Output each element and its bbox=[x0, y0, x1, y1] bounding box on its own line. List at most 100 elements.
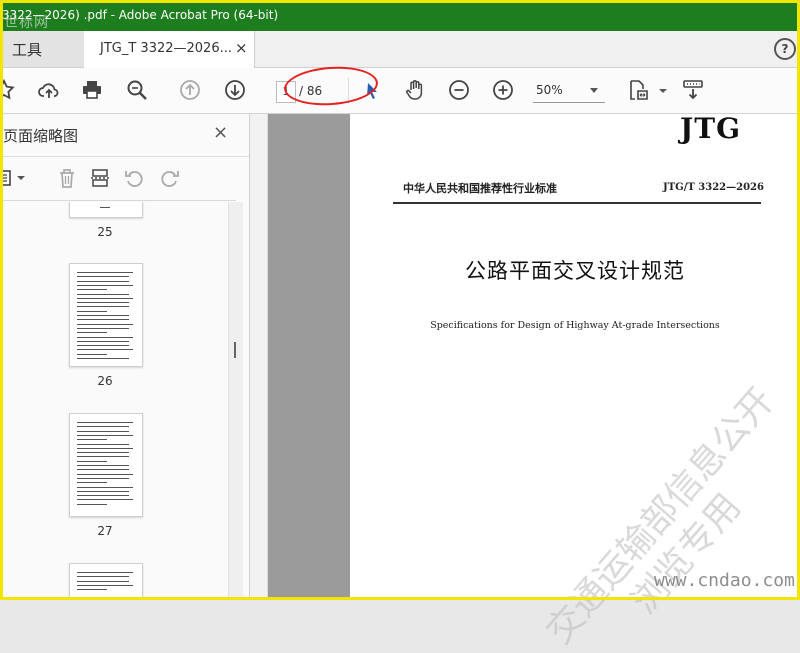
thumbnail-text-line bbox=[77, 580, 129, 582]
thumbnail-text-line bbox=[77, 426, 129, 428]
thumbnail-text-line bbox=[77, 293, 129, 295]
thumbnail-text-line bbox=[77, 490, 129, 492]
page-background bbox=[268, 114, 350, 600]
thumbnail-text-line bbox=[77, 358, 129, 359]
thumbnail-text-line bbox=[77, 499, 133, 501]
previous-page-icon[interactable] bbox=[178, 78, 202, 102]
thumbnail-text-line bbox=[77, 482, 107, 484]
options-menu-icon[interactable] bbox=[0, 166, 30, 190]
page-thumbnail[interactable] bbox=[69, 563, 143, 600]
thumbnail-text-line bbox=[77, 306, 129, 308]
thumbnail-text-line bbox=[77, 434, 133, 436]
thumbnail-text-line bbox=[77, 323, 133, 325]
extract-page-icon[interactable] bbox=[88, 166, 112, 190]
delete-page-icon[interactable] bbox=[55, 166, 79, 190]
thumbnail-panel: 页面缩略图 × 25 26 27 bbox=[0, 114, 250, 600]
cloud-upload-icon[interactable] bbox=[37, 78, 61, 102]
thumbnail-text-line bbox=[77, 589, 107, 591]
standard-type: 中华人民共和国推荐性行业标准 bbox=[403, 182, 557, 195]
thumbnail-list: 25 26 27 bbox=[0, 202, 227, 600]
thumbnail-text-line bbox=[77, 572, 133, 573]
thumbnail-text-line bbox=[77, 430, 129, 432]
search-zoom-icon[interactable] bbox=[125, 78, 149, 102]
zoom-level-select[interactable]: 50% bbox=[536, 83, 563, 97]
standard-code: JTG/T 3322—2026 bbox=[663, 182, 764, 193]
document-title-cn: 公路平面交叉设计规范 bbox=[465, 259, 685, 283]
thumbnail-text-line bbox=[77, 272, 133, 273]
page-thumbnail[interactable] bbox=[69, 263, 143, 367]
thumbnail-page-number: 27 bbox=[97, 524, 113, 538]
thumbnail-text-line bbox=[77, 327, 129, 329]
next-page-icon[interactable] bbox=[223, 78, 247, 102]
thumbnail-text-line bbox=[77, 503, 107, 505]
thumbnail-text-line bbox=[77, 302, 129, 304]
document-title-en: Specifications for Design of Highway At-… bbox=[430, 320, 720, 331]
chevron-down-icon[interactable] bbox=[590, 88, 598, 93]
thumbnail-text-line bbox=[77, 452, 129, 454]
keyboard-reading-icon[interactable] bbox=[681, 78, 705, 102]
panel-close-icon[interactable]: × bbox=[213, 122, 228, 143]
page-thumbnail[interactable] bbox=[69, 202, 143, 218]
thumbnail-text-line bbox=[77, 443, 129, 445]
print-icon[interactable] bbox=[80, 78, 104, 102]
thumbnail-text-line bbox=[77, 284, 133, 286]
corner-watermark: 世标网 bbox=[4, 15, 49, 31]
thumbnail-text-line bbox=[77, 297, 133, 299]
fit-options-chevron-icon[interactable] bbox=[651, 78, 667, 102]
hand-tool-icon[interactable] bbox=[403, 78, 427, 102]
thumbnail-text-line bbox=[77, 473, 133, 475]
thumbnail-text-line bbox=[77, 340, 129, 342]
title-bar: 3322—2026) .pdf - Adobe Acrobat Pro (64-… bbox=[0, 0, 800, 31]
close-tab-icon[interactable]: × bbox=[235, 39, 248, 57]
thumbnail-text-line bbox=[77, 332, 107, 334]
zoom-underline bbox=[533, 102, 605, 103]
tab-tools-label: 工具 bbox=[12, 41, 43, 59]
bookmark-star-icon[interactable] bbox=[0, 78, 16, 102]
panel-divider bbox=[0, 156, 249, 157]
header-rule bbox=[393, 202, 761, 204]
thumbnail-text-line bbox=[77, 422, 133, 423]
thumbnail-text-line bbox=[77, 315, 129, 316]
thumbnail-text-line bbox=[77, 447, 133, 449]
rotate-counterclockwise-icon[interactable] bbox=[123, 166, 147, 190]
thumbnail-text-line bbox=[77, 576, 129, 578]
thumbnail-text-line bbox=[77, 310, 107, 312]
thumbnail-text-line bbox=[77, 584, 133, 586]
thumbnail-text-line bbox=[77, 319, 129, 321]
thumbnail-text-line bbox=[77, 439, 107, 441]
thumbnail-page-number: 25 bbox=[97, 225, 113, 239]
brand-logo: JTG bbox=[680, 112, 741, 145]
tab-bar: 工具 JTG_T 3322—2026... × ? bbox=[0, 31, 800, 68]
panel-resize-grip[interactable] bbox=[234, 342, 236, 358]
thumbnail-text-line bbox=[77, 486, 133, 488]
zoom-in-icon[interactable] bbox=[491, 78, 515, 102]
thumbnail-text-line bbox=[77, 289, 107, 291]
thumbnail-scrollbar[interactable] bbox=[228, 202, 243, 600]
thumbnail-text-line bbox=[77, 280, 129, 282]
thumbnail-text-line bbox=[77, 345, 129, 347]
thumbnail-text-line bbox=[77, 460, 107, 462]
thumbnail-toolbar bbox=[0, 162, 249, 194]
thumbnail-divider bbox=[0, 200, 236, 201]
thumbnail-text-line bbox=[77, 465, 129, 466]
fit-page-icon[interactable] bbox=[626, 78, 650, 102]
pdf-page: JTG 中华人民共和国推荐性行业标准 JTG/T 3322—2026 公路平面交… bbox=[350, 112, 800, 652]
tab-document[interactable]: JTG_T 3322—2026... × bbox=[84, 31, 255, 68]
thumbnail-text-line bbox=[77, 477, 129, 479]
thumbnail-text-line bbox=[77, 495, 129, 497]
viewer-gutter bbox=[250, 114, 268, 600]
rotate-clockwise-icon[interactable] bbox=[157, 166, 181, 190]
thumbnail-text-line bbox=[77, 336, 133, 338]
tab-tools[interactable]: 工具 bbox=[0, 31, 85, 67]
site-watermark: www.cndao.com bbox=[654, 570, 795, 591]
zoom-out-icon[interactable] bbox=[447, 78, 471, 102]
help-icon[interactable]: ? bbox=[774, 38, 796, 60]
thumbnail-text-line bbox=[77, 469, 129, 471]
thumbnail-page-number: 26 bbox=[97, 374, 113, 388]
document-viewer: JTG 中华人民共和国推荐性行业标准 JTG/T 3322—2026 公路平面交… bbox=[250, 112, 800, 652]
page-thumbnail[interactable] bbox=[69, 413, 143, 517]
tab-document-label: JTG_T 3322—2026... bbox=[100, 41, 232, 56]
thumbnail-text-line bbox=[77, 456, 129, 458]
thumbnail-text-line bbox=[77, 276, 129, 278]
main-toolbar: 1 / 86 50% bbox=[0, 68, 800, 114]
